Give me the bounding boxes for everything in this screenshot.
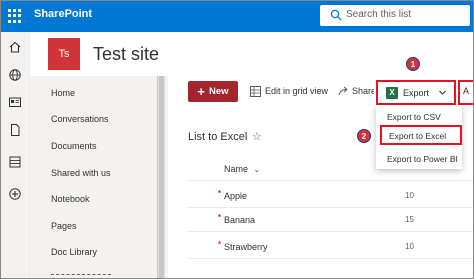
export-to-csv-item[interactable]: Export to CSV — [387, 112, 441, 122]
row-quantity-apple: 10 — [405, 191, 414, 200]
edit-in-grid-view-button[interactable]: Edit in grid view — [265, 86, 328, 96]
list-icon[interactable] — [8, 155, 22, 169]
export-button[interactable]: X Export — [376, 80, 456, 105]
excel-icon: X — [386, 86, 398, 99]
nav-item-shared-with-us[interactable]: Shared with us — [51, 168, 111, 178]
share-button[interactable]: Share — [352, 86, 374, 96]
favorite-star-icon[interactable]: ☆ — [252, 130, 262, 143]
document-icon[interactable] — [8, 123, 22, 137]
nav-item-conversations[interactable]: Conversations — [51, 114, 109, 124]
row-name-banana[interactable]: Banana — [224, 215, 255, 225]
new-button-label: New — [209, 86, 229, 97]
site-title[interactable]: Test site — [93, 44, 159, 65]
suite-bar: SharePoint Search this list — [0, 0, 474, 32]
row-divider — [187, 180, 474, 181]
export-to-power-bi-item[interactable]: Export to Power BI — [387, 154, 458, 164]
chevron-down-icon: ⌄ — [253, 165, 261, 174]
row-divider — [187, 231, 474, 232]
add-icon[interactable] — [8, 187, 22, 201]
export-button-label: Export — [403, 87, 430, 98]
row-quantity-strawberry: 10 — [405, 242, 414, 251]
site-logo[interactable]: Ts — [48, 38, 80, 70]
grid-icon[interactable] — [250, 86, 261, 97]
search-placeholder: Search this list — [346, 9, 412, 20]
nav-item-documents[interactable]: Documents — [51, 141, 97, 151]
row-divider — [187, 258, 474, 259]
column-header-name-label: Name — [224, 164, 249, 174]
app-bar — [0, 32, 30, 279]
chevron-down-icon — [439, 90, 446, 95]
nav-item-notebook[interactable]: Notebook — [51, 194, 90, 204]
row-name-strawberry[interactable]: Strawberry — [224, 242, 268, 252]
nav-scrollbar[interactable] — [157, 76, 165, 279]
share-icon[interactable] — [338, 86, 349, 97]
row-divider — [187, 207, 474, 208]
list-title: List to Excel — [188, 131, 248, 143]
app-launcher-icon[interactable] — [8, 9, 22, 23]
nav-item-cutoff[interactable] — [51, 269, 131, 279]
export-to-excel-item[interactable]: Export to Excel — [389, 131, 446, 141]
home-icon[interactable] — [8, 40, 22, 54]
step-badge-1: 1 — [406, 57, 420, 71]
row-name-apple[interactable]: Apple — [224, 191, 247, 201]
new-button[interactable]: + New — [188, 81, 238, 102]
more-commands-icon[interactable]: A — [463, 86, 469, 96]
nav-item-pages[interactable]: Pages — [51, 221, 77, 231]
new-item-icon: * — [218, 213, 222, 222]
column-header-name[interactable]: Name ⌄ — [224, 164, 260, 174]
app-name[interactable]: SharePoint — [34, 8, 92, 20]
plus-icon: + — [197, 84, 206, 99]
search-icon — [330, 9, 342, 21]
nav-item-home[interactable]: Home — [51, 88, 75, 98]
news-icon[interactable] — [8, 95, 22, 109]
step-badge-2: 2 — [357, 129, 371, 143]
site-navigation: Home Conversations Documents Shared with… — [30, 76, 168, 279]
search-input[interactable]: Search this list — [320, 5, 470, 26]
nav-item-doc-library[interactable]: Doc Library — [51, 247, 97, 257]
new-item-icon: * — [218, 240, 222, 249]
row-quantity-banana: 15 — [405, 215, 414, 224]
export-menu: Export to CSV Export to Excel Export to … — [376, 105, 462, 169]
nav-scrollbar-thumb[interactable] — [159, 76, 164, 279]
globe-icon[interactable] — [8, 68, 22, 82]
new-item-icon: * — [218, 189, 222, 198]
